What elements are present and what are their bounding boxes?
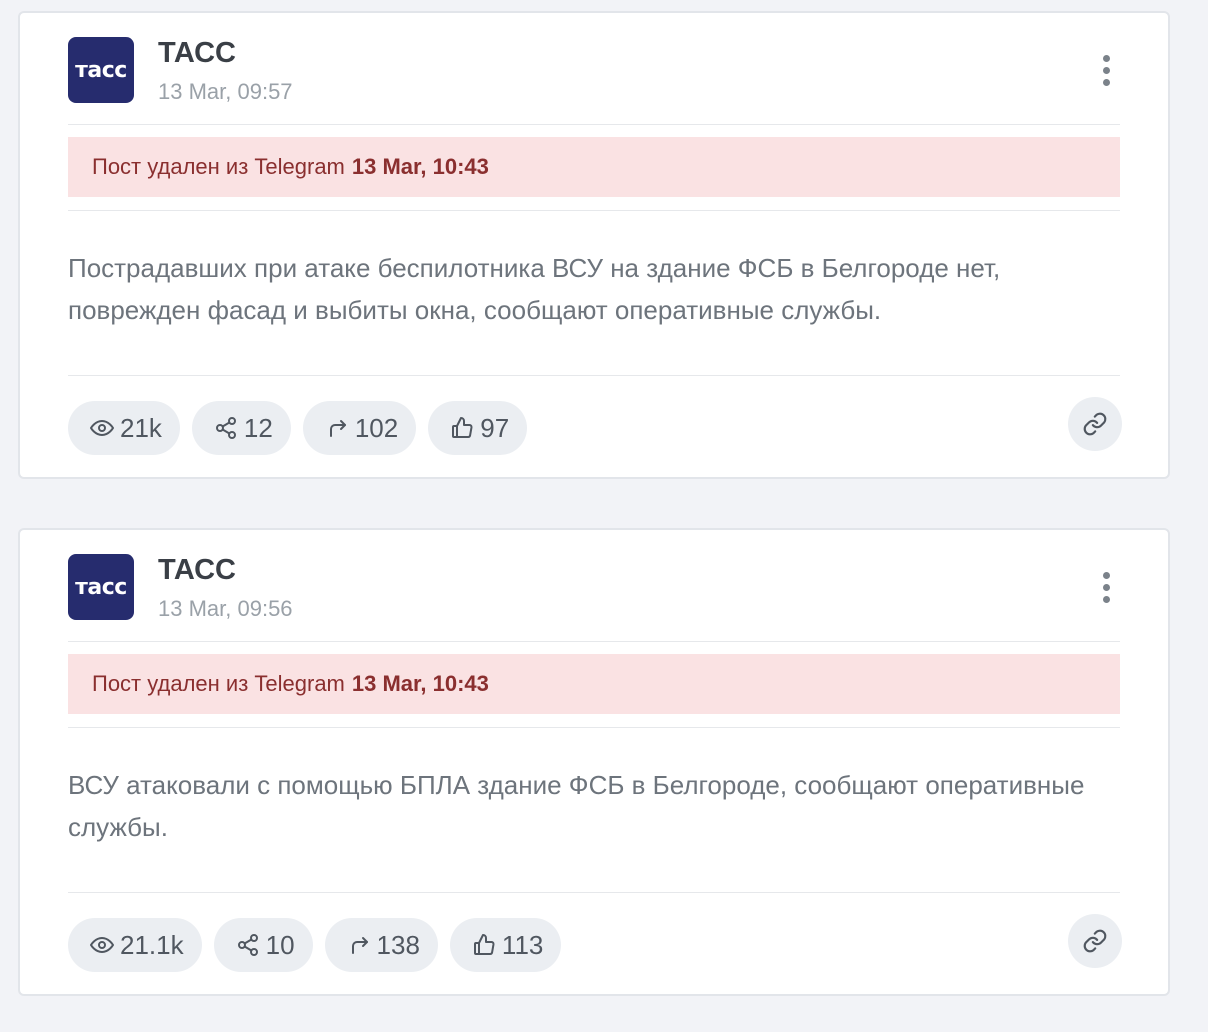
eye-icon [90,937,114,953]
post-text: Пострадавших при атаке беспилотника ВСУ … [68,253,1001,325]
copy-link-button[interactable] [1068,914,1122,968]
link-icon [1083,412,1107,436]
divider [68,892,1120,893]
divider [68,727,1120,728]
post-feed: тасс ТАСС 13 Mar, 09:57 Пост удален из T… [0,0,1208,1032]
more-options-button[interactable] [1086,47,1126,93]
views-count: 21.1k [120,929,184,960]
link-icon [1083,929,1107,953]
shares-count: 10 [265,929,295,960]
likes-counter[interactable]: 97 [428,401,528,455]
shares-counter[interactable]: 12 [191,401,291,455]
views-counter[interactable]: 21.1k [68,918,202,972]
post-card: тасс ТАСС 13 Mar, 09:56 Пост удален из T… [18,528,1170,996]
likes-count: 97 [480,412,510,443]
deleted-notice-date: 13 Mar, 10:43 [351,671,489,696]
eye-icon [90,420,114,436]
share-icon [215,417,236,439]
channel-avatar[interactable]: тасс [68,37,134,103]
post-stats: 21k 12 102 97 [68,401,528,455]
shares-count: 12 [243,412,273,443]
views-count: 21k [120,412,162,443]
post-stats: 21.1k 10 138 113 [68,918,562,972]
thumbs-up-icon [452,417,473,438]
deleted-notice-text: Пост удален из Telegram [92,154,345,179]
deleted-notice: Пост удален из Telegram 13 Mar, 10:43 [68,654,1120,714]
views-counter[interactable]: 21k [68,401,180,455]
forwards-counter[interactable]: 138 [324,918,438,972]
copy-link-button[interactable] [1068,397,1122,451]
divider [68,210,1120,211]
more-vertical-icon [1102,54,1110,62]
thumbs-up-icon [473,934,495,955]
deleted-notice: Пост удален из Telegram 13 Mar, 10:43 [68,137,1120,197]
share-icon [237,934,258,956]
likes-counter[interactable]: 113 [449,918,562,972]
forward-arrow-icon [351,937,368,954]
post-text: ВСУ атаковали с помощью БПЛА здание ФСБ … [68,770,1085,842]
channel-name[interactable]: ТАСС [158,554,236,587]
more-vertical-icon [1102,571,1110,579]
deleted-notice-date: 13 Mar, 10:43 [351,154,489,179]
forwards-counter[interactable]: 102 [302,401,417,455]
divider [68,641,1120,642]
divider [68,375,1120,376]
channel-avatar[interactable]: тасс [68,554,134,620]
divider [68,124,1120,125]
post-card: тасс ТАСС 13 Mar, 09:57 Пост удален из T… [18,11,1170,479]
deleted-notice-text: Пост удален из Telegram [92,671,345,696]
likes-count: 113 [501,929,544,960]
post-timestamp: 13 Mar, 09:57 [158,79,293,104]
post-timestamp: 13 Mar, 09:56 [158,596,293,621]
forwards-count: 138 [376,929,420,960]
more-options-button[interactable] [1086,564,1126,610]
forward-arrow-icon [329,420,346,437]
shares-counter[interactable]: 10 [213,918,313,972]
forwards-count: 102 [354,412,399,443]
channel-name[interactable]: ТАСС [158,37,236,70]
